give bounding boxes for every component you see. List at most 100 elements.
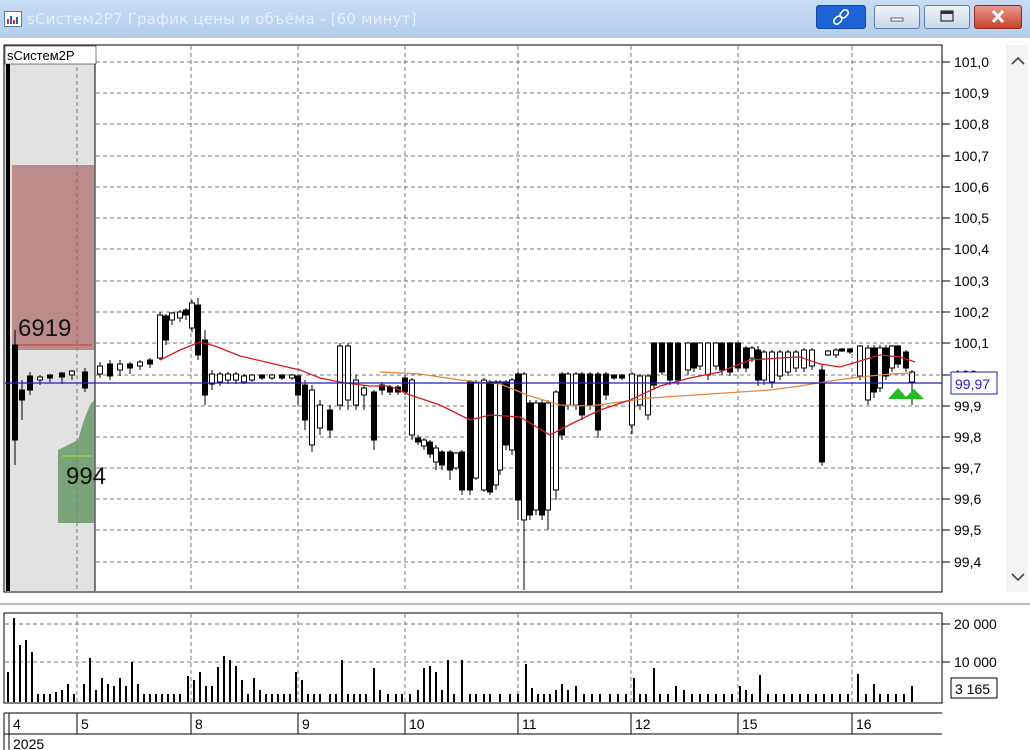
candle-body — [241, 375, 247, 383]
candle-body — [415, 437, 421, 443]
candle-body — [47, 374, 53, 379]
candle-body — [659, 342, 665, 373]
candle-body — [97, 365, 103, 375]
date-tick-label: 12 — [635, 716, 651, 732]
candle-body — [409, 379, 415, 436]
candle-body — [473, 381, 479, 479]
volume-panel[interactable] — [3, 612, 943, 704]
price-tick-label: 100,6 — [954, 179, 989, 195]
candle-body — [719, 342, 725, 371]
candle-body — [553, 391, 559, 491]
candle-body — [895, 345, 901, 365]
candle-body — [573, 373, 579, 406]
link-icon — [832, 8, 850, 26]
candle-body — [249, 374, 255, 381]
candle-body — [697, 342, 703, 367]
candle-body — [279, 374, 285, 379]
candle-body — [761, 351, 767, 381]
price-tick-label: 99,4 — [954, 554, 981, 570]
candle-body — [37, 376, 43, 381]
candle-body — [157, 314, 163, 359]
candle-body — [521, 373, 527, 521]
volume-axis: 20 000 10 000 — [942, 616, 997, 670]
candle-body — [169, 312, 175, 321]
minimize-button[interactable] — [874, 5, 920, 29]
candle-body — [327, 409, 333, 431]
price-tick-label: 99,8 — [954, 429, 981, 445]
chart-app-icon — [4, 11, 22, 27]
candle-body — [497, 381, 503, 471]
date-tick-label: 15 — [742, 716, 758, 732]
close-button[interactable] — [974, 5, 1022, 29]
candle-body — [651, 342, 657, 386]
candle-body — [259, 374, 265, 379]
candle-body — [833, 349, 839, 356]
window-title: sСистем2P7 График цены и объёма - [60 ми… — [27, 10, 417, 28]
candle-body — [309, 389, 315, 446]
candle-body — [269, 374, 275, 379]
price-tick-label: 100,8 — [954, 116, 989, 132]
candle-body — [317, 404, 323, 429]
candle-body — [749, 347, 755, 359]
maximize-button[interactable] — [924, 5, 970, 29]
candle-body — [439, 451, 445, 466]
candle-body — [769, 351, 775, 383]
candle-body — [217, 373, 223, 383]
candle-body — [539, 402, 545, 516]
price-tick-label: 99,6 — [954, 491, 981, 507]
candle-body — [467, 381, 473, 491]
date-tick-label: 10 — [409, 716, 425, 732]
title-bar: sСистем2P7 График цены и объёма - [60 ми… — [0, 0, 1030, 38]
bid-volume-label: 6919 — [18, 315, 71, 342]
candle-body — [107, 363, 113, 377]
candle-body — [685, 342, 691, 371]
price-panel[interactable] — [3, 44, 943, 593]
candle-body — [487, 381, 493, 493]
candle-body — [402, 377, 408, 393]
candle-body — [809, 349, 815, 367]
candle-body — [12, 344, 18, 441]
candle-body — [117, 363, 123, 371]
candle-body — [675, 342, 681, 381]
candle-body — [713, 342, 719, 367]
year-label: 2025 — [13, 736, 44, 750]
candle-body — [883, 347, 889, 377]
price-tick-label: 100,5 — [954, 210, 989, 226]
candle-body — [345, 345, 351, 401]
candle-body — [839, 348, 845, 352]
candle-body — [509, 379, 515, 451]
chart-window: 6919 994 sСистем2P 101,0 100,9 100,8 100,7 1… — [0, 38, 1030, 750]
link-button[interactable] — [816, 5, 866, 29]
candle-body — [387, 386, 393, 393]
last-volume-label: 3 165 — [955, 681, 990, 697]
candle-body — [667, 342, 673, 381]
candle-body — [361, 387, 367, 396]
candle-body — [691, 342, 697, 369]
date-tick-label: 11 — [522, 716, 537, 732]
candle-body — [202, 339, 208, 396]
candle-body — [527, 402, 533, 516]
vertical-scrollbar[interactable] — [1006, 45, 1028, 592]
candle-body — [865, 347, 871, 401]
candle-body — [177, 311, 183, 319]
candle-body — [705, 342, 711, 376]
candle-body — [421, 439, 427, 447]
price-tick-label: 99,9 — [954, 398, 981, 414]
candle-body — [871, 347, 877, 393]
candle-body — [743, 347, 749, 369]
price-tick-label: 99,7 — [954, 460, 981, 476]
minimize-icon — [890, 17, 904, 22]
candle-body — [533, 402, 539, 511]
candle-body — [637, 375, 643, 406]
candle-body — [619, 374, 625, 379]
candle-body — [503, 381, 509, 446]
ask-volume-label: 994 — [66, 463, 106, 490]
candle-body — [82, 371, 88, 389]
price-tick-label: 100,2 — [954, 304, 989, 320]
price-tick-label: 101,0 — [954, 54, 989, 70]
date-tick-label: 5 — [81, 716, 89, 732]
date-tick-label: 4 — [13, 716, 21, 732]
candle-body — [453, 452, 459, 469]
close-icon — [991, 9, 1005, 24]
candle-body — [371, 391, 377, 441]
